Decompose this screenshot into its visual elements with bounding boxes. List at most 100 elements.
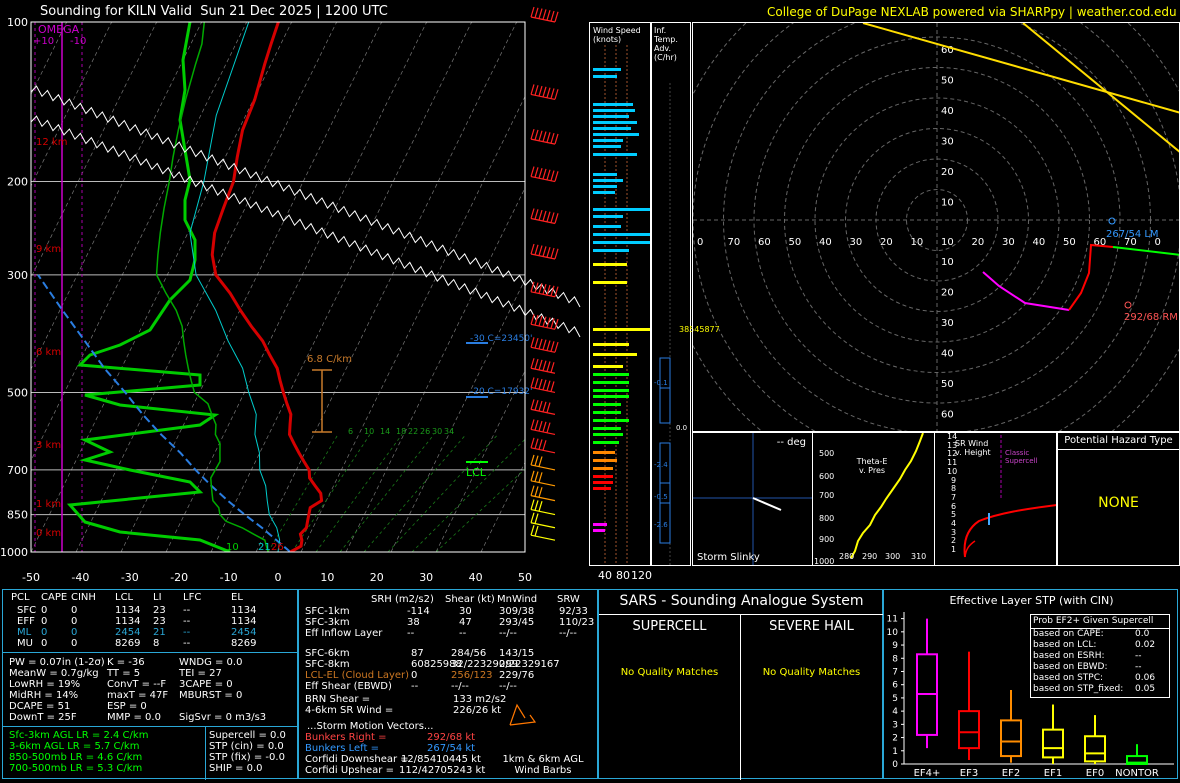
wind-speed-bar: [593, 179, 623, 182]
temp-tick-label: -30: [121, 571, 139, 584]
wind-barb-flag: [530, 358, 535, 369]
sr-wind-y-tick: 10: [947, 466, 958, 476]
upper-wind-band: [30, 85, 581, 308]
hodo-y-label-up: 10: [941, 198, 954, 209]
wind-barb-staff: [530, 522, 556, 529]
wind-barb: [530, 499, 556, 516]
height-label: 12 km: [36, 137, 67, 148]
stp-y-tick: 1: [892, 747, 898, 757]
wind-barb-flag: [530, 485, 535, 496]
kinematics-cell: --/--: [499, 628, 517, 639]
mixing-ratio-label: 10: [364, 427, 374, 436]
bunkers-right-label: Bunkers Right =: [305, 732, 387, 743]
left-mover-label: 267/54 LM: [1106, 229, 1159, 240]
stp-legend-value: 0.0: [1135, 629, 1150, 639]
dry-adiabat: [571, 0, 590, 552]
temp-adv-bars: -0.1 0.0 -2.4 -0.5 -2.6: [654, 83, 687, 565]
hazard-panel: Potential Hazard Type NONE: [1057, 432, 1180, 566]
theta-e-panel: Theta-E v. Pres 500 600 700 800 900 1000…: [812, 432, 935, 566]
wind-barb-flag: [550, 212, 555, 223]
parcel-cell: --: [183, 605, 191, 616]
mixing-ratio-line: [411, 438, 525, 552]
index-cell: MeanW = 0.7g/kg: [9, 668, 99, 679]
bunkers-left-label: Bunkers Left =: [305, 743, 379, 754]
wind-barb-flag: [534, 378, 539, 389]
theta-y-500: 500: [819, 449, 835, 458]
wind-tick-120: 120: [631, 569, 652, 582]
wind-barb-flag: [554, 248, 559, 259]
corfidi-down-value: 12/85410445 kt: [401, 754, 481, 765]
dry-adiabat: [390, 278, 525, 552]
stp-y-tick: 8: [892, 654, 898, 664]
lapse-rate: 850-500mb LR = 4.6 C/km: [9, 752, 143, 763]
wind-barb: [530, 512, 556, 529]
dry-adiabat: [165, 22, 428, 552]
parcel-header: CAPE: [41, 592, 68, 603]
temp-tick-label: 0: [275, 571, 282, 584]
wind-barb-flag: [530, 470, 535, 481]
stp-y-tick: 5: [892, 694, 898, 704]
parcel-cell: 23: [153, 605, 166, 616]
isotherm-30-label: -30 C=23450': [470, 334, 533, 344]
sars-hail-title: SEVERE HAIL: [769, 619, 854, 634]
temp-tick-label: -50: [22, 571, 40, 584]
wind-barb-flag: [542, 246, 547, 257]
slinky-plot: [693, 433, 812, 565]
wind-barb-flag: [534, 337, 539, 349]
bunkers-right-value: 292/68 kt: [427, 732, 476, 743]
wind-barb-flag: [550, 88, 555, 99]
wind-barb-flag: [546, 247, 551, 258]
hodo-trace-low: [982, 271, 1070, 311]
wind-barb: [530, 128, 559, 145]
wind-speed-bar: [593, 381, 629, 384]
wind-barb-flag: [538, 472, 543, 483]
kinematics-cell: 256/123: [451, 670, 493, 681]
parcel-header: EL: [231, 592, 243, 603]
wind-barb: [530, 419, 556, 436]
pressure-label: 200: [7, 176, 28, 189]
wind-barb-flag: [550, 247, 555, 259]
kinematics-cell: 47: [459, 617, 472, 628]
wind-speed-bar: [593, 185, 617, 188]
wind-barb: [530, 6, 559, 23]
hodo-x-label: 70: [728, 237, 741, 248]
sr-wind-y-tick: 1: [951, 545, 957, 555]
indices-divider: [3, 726, 299, 727]
sr-wind-legend: Classic Supercell: [1005, 449, 1038, 465]
parcel-cell: EFF: [17, 616, 35, 627]
lapse-rate-label: 6.8 C/km: [307, 354, 352, 365]
sr-wind-y-tick: 13: [947, 440, 958, 450]
parcel-cell: 0: [41, 627, 48, 638]
stp-panel: Effective Layer STP (with CIN) 11 10 9 8 7 6 5…: [883, 589, 1178, 779]
index-cell: WNDG = 0.0: [179, 657, 243, 668]
theta-x-280: 280: [839, 552, 855, 561]
wind-speed-bar: [593, 241, 650, 244]
pressure-label: 1000: [0, 546, 28, 559]
sars-divider: [599, 614, 884, 615]
wind-speed-bar: [593, 403, 621, 406]
kinematics-cell: 30: [459, 606, 472, 617]
index-cell: SigSvr = 0 m3/s3: [179, 712, 267, 723]
wind-barb-flag: [534, 400, 539, 411]
wind-speed-bar: [593, 145, 621, 148]
wind-barb-staff: [530, 509, 556, 516]
wind-barb-flag: [534, 358, 539, 370]
stp-category-label: EF4+: [914, 768, 941, 779]
wind-barb-flag: [546, 361, 551, 372]
height-label: 1 km: [36, 499, 61, 510]
wind-barb-flag: [530, 399, 535, 410]
stp-legend-label: based on STPC:: [1033, 673, 1104, 683]
wind-barb-flag: [542, 401, 547, 412]
temperature-profile: [210, 22, 324, 552]
wind-speed-bar: [593, 225, 621, 228]
wind-barb: [530, 166, 559, 183]
index-cell: DCAPE = 51: [9, 701, 71, 712]
parcel-header: LFC: [183, 592, 202, 603]
temp-tick-label: 40: [469, 571, 483, 584]
surface-omega-label: 10: [226, 542, 239, 553]
storm-slinky-panel: -- deg Storm Slinky: [692, 432, 813, 566]
hodo-y-label-down: 50: [941, 379, 954, 390]
wind-barb-flag: [538, 456, 543, 467]
wind-barb-flag: [534, 85, 539, 96]
slinky-label: Storm Slinky: [697, 552, 760, 563]
